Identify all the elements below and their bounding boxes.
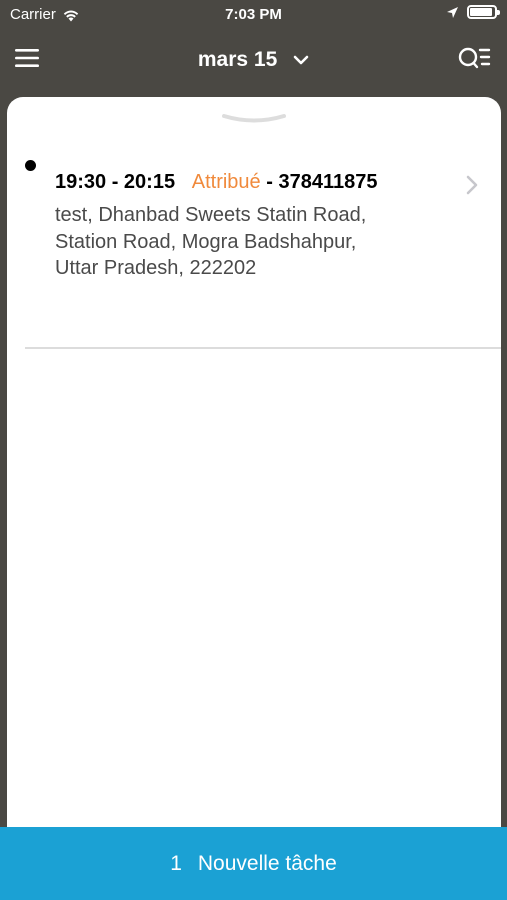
- search-list-icon[interactable]: [457, 45, 491, 73]
- location-arrow-icon: [447, 6, 458, 18]
- chevron-right-icon: [466, 175, 478, 195]
- date-label: mars 15: [197, 48, 278, 71]
- task-bullet-icon: [25, 160, 36, 171]
- address-line: test, Dhanbad Sweets Statin Road,: [55, 204, 367, 226]
- new-task-button[interactable]: 1 Nouvelle tâche: [0, 827, 507, 900]
- task-row[interactable]: 19:30 - 20:15 Attribué - 378411875 test,…: [7, 149, 501, 349]
- task-separator: -: [260, 171, 279, 193]
- task-address: test, Dhanbad Sweets Statin Road, Statio…: [55, 202, 445, 282]
- new-task-count: 1: [170, 851, 182, 875]
- task-list-sheet: 19:30 - 20:15 Attribué - 378411875 test,…: [7, 97, 501, 900]
- status-bar: Carrier 7:03 PM: [0, 0, 507, 30]
- status-indicators: [446, 5, 500, 19]
- navigation-bar: mars 15: [0, 30, 507, 88]
- new-task-label: Nouvelle tâche: [197, 851, 337, 875]
- task-status: Attribué: [191, 171, 261, 193]
- battery-icon: [467, 5, 500, 19]
- task-time-range: 19:30 - 20:15: [55, 171, 176, 193]
- address-line: Station Road, Mogra Badshahpur,: [55, 230, 357, 253]
- date-selector[interactable]: mars 15: [0, 48, 507, 72]
- drag-handle-icon[interactable]: [220, 111, 288, 125]
- task-id: 378411875: [278, 171, 378, 193]
- address-line: Uttar Pradesh, 222202: [55, 257, 257, 279]
- chevron-down-icon: [293, 56, 309, 65]
- clock: 7:03 PM: [225, 6, 282, 23]
- task-title: 19:30 - 20:15 Attribué - 378411875: [55, 171, 377, 194]
- row-divider: [25, 347, 501, 349]
